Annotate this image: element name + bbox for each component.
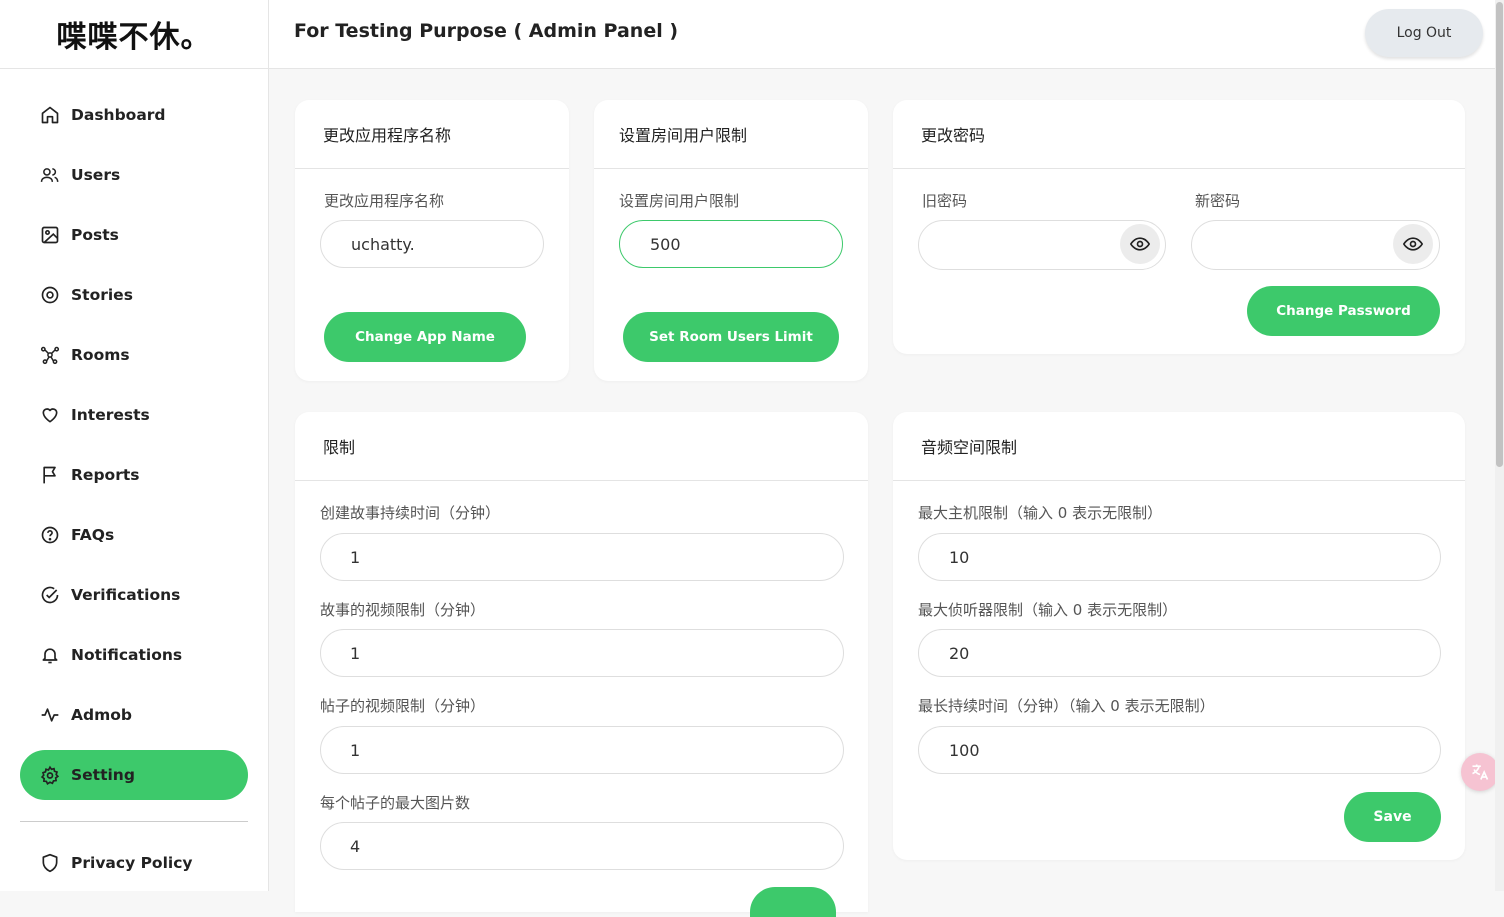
activity-icon	[40, 705, 60, 725]
home-icon	[40, 105, 60, 125]
sidebar-item-label: Verifications	[71, 586, 181, 604]
sidebar-item-privacy-policy[interactable]: Privacy Policy	[20, 838, 248, 888]
page-title: For Testing Purpose ( Admin Panel )	[294, 20, 679, 42]
post-video-limit-input[interactable]	[320, 726, 844, 774]
sidebar-item-label: Setting	[71, 766, 135, 784]
max-duration-input[interactable]	[918, 726, 1441, 774]
users-icon	[40, 165, 60, 185]
sidebar-item-rooms[interactable]: Rooms	[20, 330, 248, 380]
sidebar-item-stories[interactable]: Stories	[20, 270, 248, 320]
logout-button[interactable]: Log Out	[1365, 9, 1483, 57]
sidebar-item-label: Privacy Policy	[71, 854, 193, 872]
limits-card: 限制 创建故事持续时间（分钟） 故事的视频限制（分钟） 帖子的视频限制（分钟） …	[295, 412, 868, 917]
heart-icon	[40, 405, 60, 425]
sidebar-item-label: Reports	[71, 466, 140, 484]
sidebar-item-label: FAQs	[71, 526, 115, 544]
save-limits-button[interactable]	[750, 887, 836, 917]
sidebar-item-setting[interactable]: Setting	[20, 750, 248, 800]
sidebar-item-dashboard[interactable]: Dashboard	[20, 90, 248, 140]
eye-icon[interactable]	[1393, 224, 1433, 264]
sidebar-item-label: Rooms	[71, 346, 130, 364]
field-label: 更改应用程序名称	[324, 192, 445, 210]
page-scrollbar[interactable]	[1495, 0, 1504, 891]
field-label: 帖子的视频限制（分钟）	[320, 697, 486, 715]
card-title: 设置房间用户限制	[594, 100, 868, 169]
flag-icon	[40, 465, 60, 485]
sidebar-item-label: Notifications	[71, 646, 183, 664]
field-label: 设置房间用户限制	[619, 192, 740, 210]
field-label: 最长持续时间（分钟）（输入 0 表示无限制）	[918, 697, 1215, 715]
sidebar-nav: Dashboard Users Posts Stories Rooms Inte…	[20, 90, 248, 810]
sidebar-item-reports[interactable]: Reports	[20, 450, 248, 500]
rooms-icon	[40, 345, 60, 365]
change-password-button[interactable]: Change Password	[1247, 286, 1440, 336]
card-title: 更改应用程序名称	[295, 100, 569, 169]
card-title: 更改密码	[893, 100, 1465, 169]
card-title: 音频空间限制	[893, 412, 1465, 481]
story-duration-input[interactable]	[320, 533, 844, 581]
new-password-label: 新密码	[1195, 192, 1241, 210]
eye-icon[interactable]	[1120, 224, 1160, 264]
sidebar-item-notifications[interactable]: Notifications	[20, 630, 248, 680]
sidebar-item-label: Admob	[71, 706, 132, 724]
gear-icon	[40, 765, 60, 785]
app-name-card: 更改应用程序名称 更改应用程序名称 Change App Name	[295, 100, 569, 381]
top-header: For Testing Purpose ( Admin Panel ) Log …	[269, 0, 1495, 69]
check-circle-icon	[40, 585, 60, 605]
sidebar-item-users[interactable]: Users	[20, 150, 248, 200]
card-title: 限制	[295, 412, 868, 481]
field-label: 故事的视频限制（分钟）	[320, 601, 486, 619]
translate-icon[interactable]	[1461, 753, 1499, 791]
sidebar-item-label: Dashboard	[71, 106, 166, 124]
old-password-label: 旧密码	[922, 192, 968, 210]
sidebar-divider	[20, 821, 248, 822]
max-images-per-post-input[interactable]	[320, 822, 844, 870]
scrollbar-thumb[interactable]	[1496, 2, 1503, 467]
image-icon	[40, 225, 60, 245]
max-host-limit-input[interactable]	[918, 533, 1441, 581]
sidebar: 喋喋不休。 Dashboard Users Posts Stories Room…	[0, 0, 269, 891]
shield-icon	[40, 853, 60, 873]
stories-icon	[40, 285, 60, 305]
audio-space-card: 音频空间限制 最大主机限制（输入 0 表示无限制） 最大侦听器限制（输入 0 表…	[893, 412, 1465, 860]
save-button[interactable]: Save	[1344, 792, 1441, 842]
room-limit-card: 设置房间用户限制 设置房间用户限制 Set Room Users Limit	[594, 100, 868, 381]
logo-area: 喋喋不休。	[0, 0, 268, 69]
sidebar-item-faqs[interactable]: FAQs	[20, 510, 248, 560]
sidebar-item-label: Stories	[71, 286, 133, 304]
question-icon	[40, 525, 60, 545]
sidebar-item-label: Users	[71, 166, 121, 184]
story-video-limit-input[interactable]	[320, 629, 844, 677]
room-users-limit-input[interactable]	[619, 220, 843, 268]
sidebar-item-posts[interactable]: Posts	[20, 210, 248, 260]
bell-icon	[40, 645, 60, 665]
sidebar-item-interests[interactable]: Interests	[20, 390, 248, 440]
app-name-input[interactable]	[320, 220, 544, 268]
field-label: 创建故事持续时间（分钟）	[320, 504, 501, 522]
max-listener-limit-input[interactable]	[918, 629, 1441, 677]
sidebar-item-admob[interactable]: Admob	[20, 690, 248, 740]
field-label: 最大主机限制（输入 0 表示无限制）	[918, 504, 1163, 522]
password-card: 更改密码 旧密码 新密码 Change Password	[893, 100, 1465, 354]
field-label: 最大侦听器限制（输入 0 表示无限制）	[918, 601, 1178, 619]
sidebar-item-verifications[interactable]: Verifications	[20, 570, 248, 620]
app-logo[interactable]: 喋喋不休。	[57, 12, 212, 56]
change-app-name-button[interactable]: Change App Name	[324, 312, 526, 362]
set-room-users-limit-button[interactable]: Set Room Users Limit	[623, 312, 839, 362]
sidebar-item-label: Interests	[71, 406, 150, 424]
sidebar-item-label: Posts	[71, 226, 119, 244]
field-label: 每个帖子的最大图片数	[320, 794, 471, 812]
